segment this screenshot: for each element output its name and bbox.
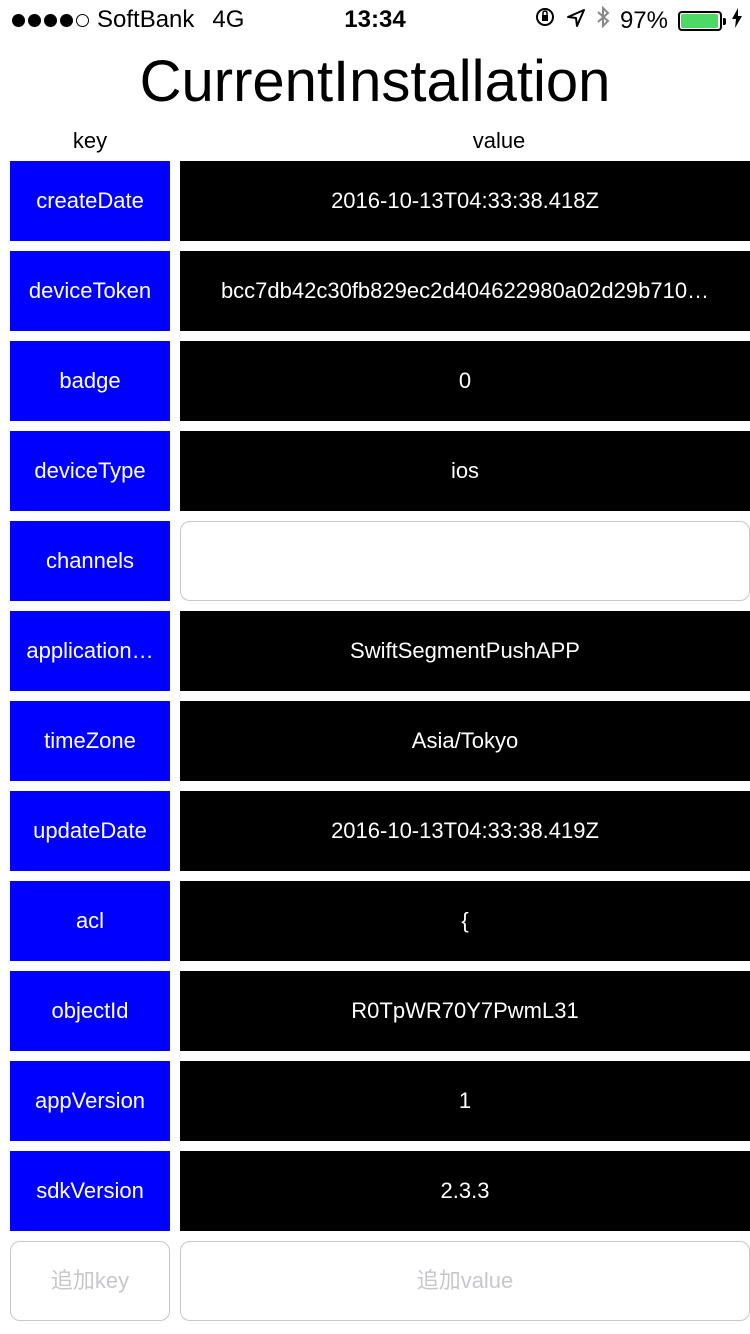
field-value-button[interactable]: R0TpWR70Y7PwmL31: [180, 971, 750, 1051]
field-row: channels: [0, 521, 750, 601]
field-value-label: {: [461, 908, 469, 933]
charging-icon: [732, 7, 742, 35]
field-row: deviceType ios: [0, 431, 750, 511]
status-bar: SoftBank 4G 13:34 97%: [0, 0, 750, 40]
field-row: deviceToken bcc7db42c30fb829ec2d404622980…: [0, 251, 750, 331]
field-key-label: deviceToken: [28, 278, 152, 303]
battery-cap: [723, 17, 726, 25]
add-key-input[interactable]: [10, 1241, 170, 1321]
field-value-label: SwiftSegmentPushAPP: [350, 638, 580, 663]
field-value-button[interactable]: 2016-10-13T04:33:38.418Z: [180, 161, 750, 241]
field-value-label: 0: [458, 368, 472, 393]
add-field-row: [0, 1241, 750, 1321]
field-value-button[interactable]: bcc7db42c30fb829ec2d404622980a02d29b710…: [180, 251, 750, 331]
battery-percent: 97%: [619, 6, 668, 34]
field-value-label: R0TpWR70Y7PwmL31: [351, 998, 579, 1023]
field-key-label: sdkVersion: [36, 1178, 144, 1203]
field-key-button[interactable]: acl: [10, 881, 170, 961]
field-key-button[interactable]: deviceType: [10, 431, 170, 511]
field-value-label: 2016-10-13T04:33:38.418Z: [331, 188, 599, 213]
field-value-label: 2016-10-13T04:33:38.419Z: [331, 818, 599, 843]
field-value-button[interactable]: Asia/Tokyo: [180, 701, 750, 781]
key-column-header: key: [72, 128, 108, 153]
field-row: application… SwiftSegmentPushAPP: [0, 611, 750, 691]
field-row: objectId R0TpWR70Y7PwmL31: [0, 971, 750, 1051]
field-key-button[interactable]: sdkVersion: [10, 1151, 170, 1231]
field-value-button[interactable]: 0: [180, 341, 750, 421]
field-key-button[interactable]: objectId: [10, 971, 170, 1051]
field-key-label: appVersion: [34, 1088, 146, 1113]
field-value-button[interactable]: 1: [180, 1061, 750, 1141]
field-value-button[interactable]: 2016-10-13T04:33:38.419Z: [180, 791, 750, 871]
bluetooth-icon: [596, 5, 610, 36]
orientation-lock-icon: [534, 6, 556, 35]
field-row: timeZone Asia/Tokyo: [0, 701, 750, 781]
field-row: createDate 2016-10-13T04:33:38.418Z: [0, 161, 750, 241]
field-value-label: Asia/Tokyo: [411, 728, 519, 753]
field-row: appVersion 1: [0, 1061, 750, 1141]
field-value-button[interactable]: 2.3.3: [180, 1151, 750, 1231]
field-key-button[interactable]: deviceToken: [10, 251, 170, 331]
field-value-label: bcc7db42c30fb829ec2d404622980a02d29b710…: [220, 278, 710, 303]
field-row: sdkVersion 2.3.3: [0, 1151, 750, 1231]
status-right: 97%: [534, 5, 742, 36]
field-key-label: channels: [45, 548, 135, 573]
field-key-label: deviceType: [34, 458, 146, 483]
field-value-input[interactable]: [180, 521, 750, 601]
field-row: badge 0: [0, 341, 750, 421]
page-title: CurrentInstallation: [139, 49, 611, 114]
field-key-label: objectId: [51, 998, 129, 1023]
field-key-button[interactable]: createDate: [10, 161, 170, 241]
add-value-input[interactable]: [180, 1241, 750, 1321]
field-value-button[interactable]: SwiftSegmentPushAPP: [180, 611, 750, 691]
field-key-label: application…: [26, 638, 154, 663]
field-key-label: updateDate: [33, 818, 147, 843]
location-icon: [566, 7, 586, 35]
field-value-button[interactable]: {: [180, 881, 750, 961]
field-key-button[interactable]: channels: [10, 521, 170, 601]
field-key-button[interactable]: application…: [10, 611, 170, 691]
field-key-button[interactable]: appVersion: [10, 1061, 170, 1141]
field-value-button[interactable]: ios: [180, 431, 750, 511]
field-key-label: createDate: [36, 188, 144, 213]
field-key-label: badge: [59, 368, 121, 393]
field-row: acl {: [0, 881, 750, 961]
field-value-label: ios: [450, 458, 480, 483]
field-key-label: acl: [75, 908, 105, 933]
battery-icon: [678, 10, 726, 31]
field-row: updateDate 2016-10-13T04:33:38.419Z: [0, 791, 750, 871]
field-key-button[interactable]: badge: [10, 341, 170, 421]
field-value-label: 1: [458, 1088, 472, 1113]
battery-fill: [681, 13, 718, 28]
value-column-header: value: [472, 128, 526, 153]
field-key-button[interactable]: updateDate: [10, 791, 170, 871]
field-key-button[interactable]: timeZone: [10, 701, 170, 781]
field-key-label: timeZone: [44, 728, 136, 753]
field-value-label: 2.3.3: [440, 1178, 490, 1203]
